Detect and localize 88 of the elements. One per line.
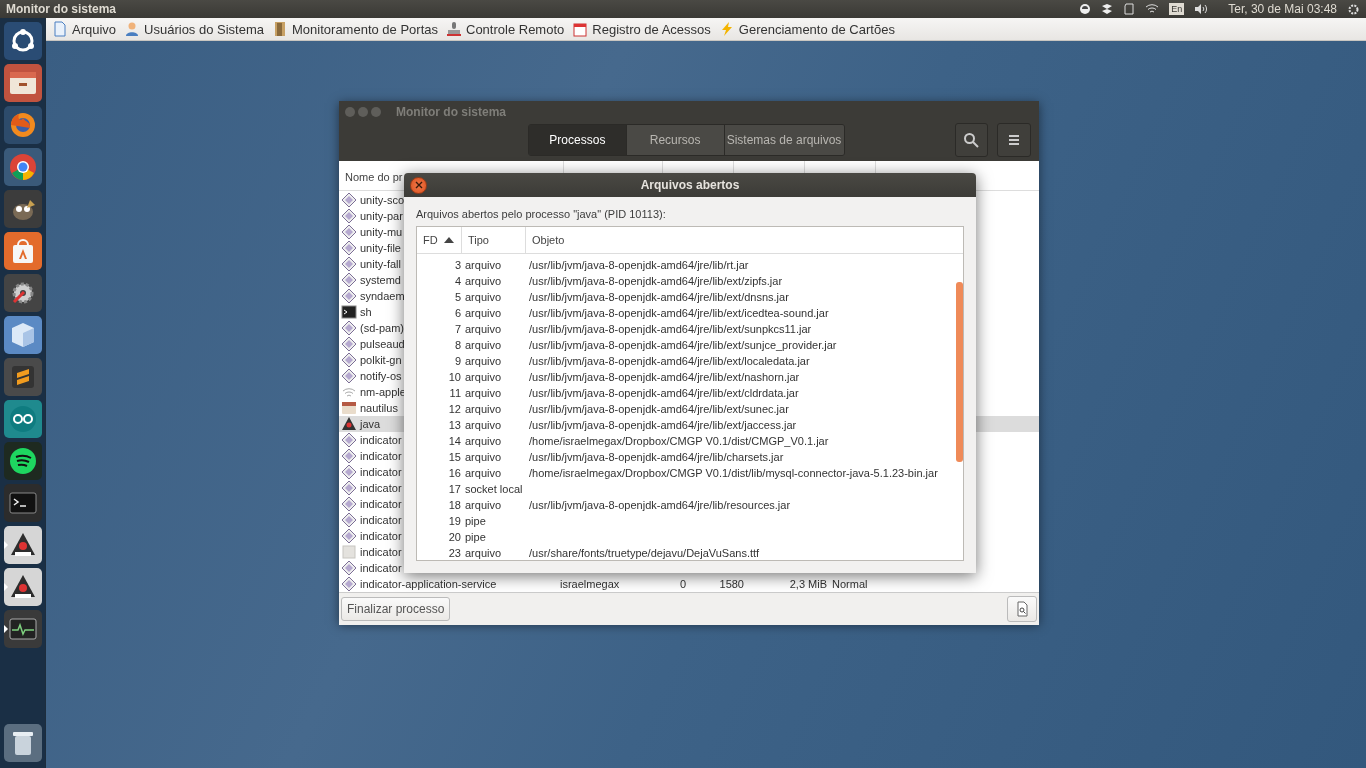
process-name: syndaem xyxy=(360,290,405,302)
process-name: unity-file xyxy=(360,242,401,254)
dialog-caption: Arquivos abertos pelo processo "java" (PID 10113): xyxy=(416,208,667,220)
type-cell-text: arquivo xyxy=(464,275,503,287)
process-name: unity-par xyxy=(360,210,403,222)
cpu-cell-text: 0 xyxy=(678,578,686,590)
fd-cell-text: 4 xyxy=(453,275,461,287)
process-name: systemd xyxy=(360,274,401,286)
type-cell-text: pipe xyxy=(464,515,487,527)
type-cell-text: arquivo xyxy=(464,371,503,383)
fd-cell-text: 19 xyxy=(447,515,461,527)
object-cell: /usr/lib/jvm/java-8-openjdk-amd64/jre/lib/ext/dnsns.jar xyxy=(529,291,789,303)
type-cell-text: arquivo xyxy=(464,403,503,415)
process-name: indicator xyxy=(360,514,402,526)
process-name: indicator xyxy=(360,546,402,558)
process-name: sh xyxy=(360,306,372,318)
process-name: polkit-gn xyxy=(360,354,402,366)
type-cell-text: arquivo xyxy=(464,451,503,463)
process-name: unity-mu xyxy=(360,226,403,238)
process-name: nautilus xyxy=(360,402,398,414)
fd-cell-text: 8 xyxy=(453,339,461,351)
object-cell: /usr/lib/jvm/java-8-openjdk-amd64/jre/lib/ext/nashorn.jar xyxy=(529,371,800,383)
object-cell: /usr/lib/jvm/java-8-openjdk-amd64/jre/lib/ext/jaccess.jar xyxy=(529,419,797,431)
process-name: java xyxy=(360,418,381,430)
fd-cell-text: 13 xyxy=(447,419,461,431)
type-cell-text: socket local xyxy=(464,483,524,495)
type-cell-text: arquivo xyxy=(464,355,503,367)
type-cell-text: arquivo xyxy=(464,435,503,447)
object-cell: /usr/lib/jvm/java-8-openjdk-amd64/jre/lib/ext/localedata.jar xyxy=(529,355,810,367)
fd-cell-text: 10 xyxy=(447,371,461,383)
process-name: pulseaud xyxy=(360,338,405,350)
process-name: (sd-pam) xyxy=(360,322,404,334)
fd-cell-text: 17 xyxy=(447,483,461,495)
object-cell: /usr/lib/jvm/java-8-openjdk-amd64/jre/lib/rt.jar xyxy=(529,259,749,271)
object-cell: /usr/lib/jvm/java-8-openjdk-amd64/jre/lib/ext/icedtea-sound.jar xyxy=(529,307,829,319)
dialog-title: Arquivos abertos xyxy=(639,178,741,192)
object-cell: /usr/lib/jvm/java-8-openjdk-amd64/jre/lib/ext/sunjce_provider.jar xyxy=(529,339,837,351)
priority-cell-text: Normal xyxy=(831,578,869,590)
process-name: indicator xyxy=(360,450,402,462)
type-cell-text: arquivo xyxy=(464,259,503,271)
object-cell: /home/israelmegax/Dropbox/CMGP V0.1/dist/lib/mysql-connector-java-5.1.23-bin.jar xyxy=(529,467,938,479)
active-window-title: Monitor do sistema xyxy=(6,2,116,16)
fd-cell-text: 7 xyxy=(453,323,461,335)
type-cell-text: arquivo xyxy=(464,339,503,351)
object-cell: /usr/lib/jvm/java-8-openjdk-amd64/jre/lib/ext/zipfs.jar xyxy=(529,275,783,287)
fd-cell-text: 9 xyxy=(453,355,461,367)
fd-cell-text: 14 xyxy=(447,435,461,447)
type-cell-text: arquivo xyxy=(464,307,503,319)
fd-cell-text: 20 xyxy=(447,531,461,543)
process-name: indicator xyxy=(360,434,402,446)
fd-cell-text: 11 xyxy=(448,387,461,399)
fd-cell-text: 18 xyxy=(447,499,461,511)
window-title: Monitor do sistema xyxy=(396,105,506,119)
object-cell: /usr/lib/jvm/java-8-openjdk-amd64/jre/lib/ext/sunec.jar xyxy=(529,403,789,415)
object-cell: /usr/lib/jvm/java-8-openjdk-amd64/jre/lib/ext/sunpkcs11.jar xyxy=(529,323,812,335)
process-name: indicator-application-service xyxy=(360,578,498,590)
fd-cell-text: 6 xyxy=(453,307,461,319)
process-name: indicator xyxy=(360,562,402,574)
fd-cell-text: 23 xyxy=(447,547,461,559)
fd-cell-text: 12 xyxy=(447,403,461,415)
type-cell-text: arquivo xyxy=(464,291,503,303)
type-cell-text: pipe xyxy=(464,531,487,543)
object-cell: /usr/lib/jvm/java-8-openjdk-amd64/jre/lib/ext/cldrdata.jar xyxy=(529,387,799,399)
type-cell-text: arquivo xyxy=(464,499,503,511)
type-cell-text: arquivo xyxy=(464,419,503,431)
fd-cell-text: 3 xyxy=(453,259,461,271)
type-cell-text: arquivo xyxy=(464,547,503,559)
process-name: indicator xyxy=(360,466,402,478)
process-name: unity-sco xyxy=(360,194,405,206)
user-cell-text: israelmegax xyxy=(560,578,621,590)
process-name: indicator xyxy=(360,530,402,542)
process-name: unity-fall xyxy=(360,258,401,270)
id-cell-text: 1580 xyxy=(718,578,744,590)
fd-cell-text: 15 xyxy=(447,451,461,463)
process-name: nm-apple xyxy=(360,386,406,398)
type-cell-text: arquivo xyxy=(464,387,503,399)
object-cell: /home/israelmegax/Dropbox/CMGP V0.1/dist/CMGP_V0.1.jar xyxy=(529,435,829,447)
type-cell-text: arquivo xyxy=(464,323,503,335)
memory-cell-text: 2,3 MiB xyxy=(788,578,827,590)
fd-cell-text: 16 xyxy=(447,467,461,479)
process-name: indicator xyxy=(360,498,402,510)
object-cell: /usr/share/fonts/truetype/dejavu/DejaVuSans.ttf xyxy=(529,547,760,559)
object-cell: /usr/lib/jvm/java-8-openjdk-amd64/jre/lib/charsets.jar xyxy=(529,451,784,463)
process-name: notify-os xyxy=(360,370,402,382)
fd-cell-text: 5 xyxy=(453,291,461,303)
type-cell-text: arquivo xyxy=(464,467,503,479)
object-cell: /usr/lib/jvm/java-8-openjdk-amd64/jre/lib/resources.jar xyxy=(529,499,791,511)
process-name: indicator xyxy=(360,482,402,494)
